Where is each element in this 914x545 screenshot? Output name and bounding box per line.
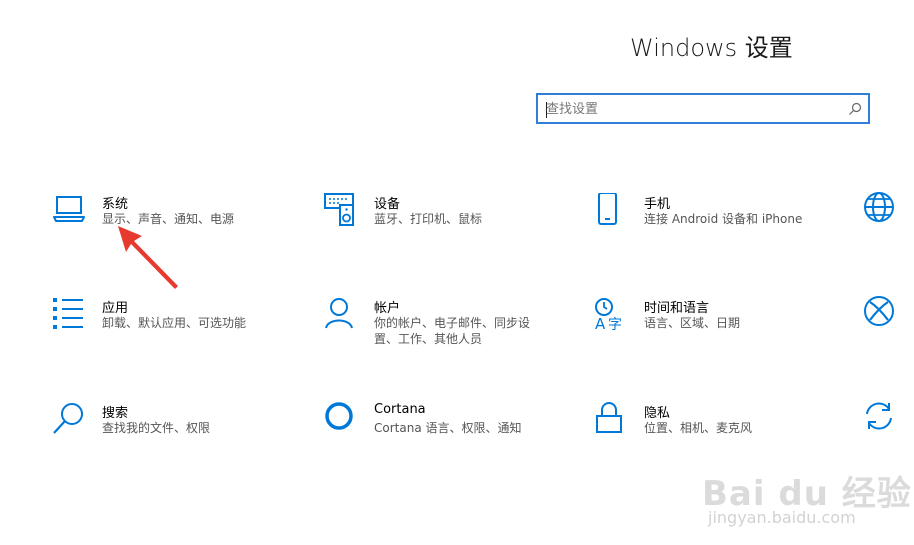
- tile-phone[interactable]: 手机 连接 Android 设备和 iPhone: [594, 193, 824, 233]
- tile-cortana[interactable]: Cortana Cortana 语言、权限、通知: [324, 402, 554, 442]
- lock-icon: [596, 402, 622, 433]
- tile-title: 应用: [102, 301, 129, 316]
- tile-description: 查找我的文件、权限: [102, 421, 211, 435]
- laptop-icon: [53, 196, 85, 222]
- tile-description: Cortana 语言、权限、通知: [374, 421, 522, 435]
- update-sync-icon[interactable]: [862, 399, 896, 433]
- tile-title: 设备: [374, 197, 401, 212]
- svg-text:A: A: [595, 315, 606, 331]
- tile-title: 帐户: [374, 301, 401, 316]
- text-cursor: [546, 102, 547, 118]
- time-language-icon: A 字: [595, 298, 622, 331]
- tile-description: 蓝牙、打印机、鼠标: [374, 212, 483, 226]
- tile-description-line: 你的帐户、电子邮件、同步设: [374, 316, 531, 330]
- tile-time-language[interactable]: A 字 时间和语言 语言、区域、日期: [594, 297, 824, 337]
- tile-accounts[interactable]: 帐户 你的帐户、电子邮件、同步设 置、工作、其他人员: [324, 297, 554, 349]
- tile-title: 手机: [644, 197, 671, 212]
- svg-text:字: 字: [608, 317, 622, 331]
- person-icon: [325, 298, 353, 329]
- apps-icon: [53, 298, 83, 329]
- network-globe-icon[interactable]: [862, 190, 896, 224]
- tile-title: 时间和语言: [644, 301, 710, 316]
- tile-description: 卸载、默认应用、可选功能: [102, 316, 247, 330]
- tile-description: 语言、区域、日期: [644, 316, 741, 330]
- cortana-icon: [325, 402, 353, 430]
- tile-title: 搜索: [102, 406, 129, 421]
- search-icon: [53, 403, 83, 434]
- watermark-url: jingyan.baidu.com: [708, 508, 856, 527]
- tile-apps[interactable]: 应用 卸载、默认应用、可选功能: [52, 297, 282, 337]
- annotation-arrow-icon: [118, 226, 178, 289]
- search-icon[interactable]: [848, 102, 862, 116]
- page-title: Windows 设置: [630, 34, 793, 62]
- search-input[interactable]: [544, 98, 848, 120]
- tile-title: 系统: [102, 197, 129, 212]
- tile-title: Cortana: [374, 402, 426, 417]
- tile-title: 隐私: [644, 406, 671, 421]
- devices-icon: [324, 193, 354, 226]
- tile-devices[interactable]: 设备 蓝牙、打印机、鼠标: [324, 193, 554, 233]
- xbox-icon[interactable]: [862, 294, 896, 328]
- tile-privacy[interactable]: 隐私 位置、相机、麦克风: [594, 402, 824, 442]
- tile-description: 连接 Android 设备和 iPhone: [644, 212, 803, 226]
- search-box[interactable]: [536, 93, 870, 124]
- tile-description: 位置、相机、麦克风: [644, 421, 753, 435]
- tile-description: 你的帐户、电子邮件、同步设 置、工作、其他人员: [374, 315, 530, 347]
- tile-description-line: 置、工作、其他人员: [374, 332, 483, 346]
- phone-icon: [598, 193, 617, 225]
- tile-search[interactable]: 搜索 查找我的文件、权限: [52, 402, 282, 442]
